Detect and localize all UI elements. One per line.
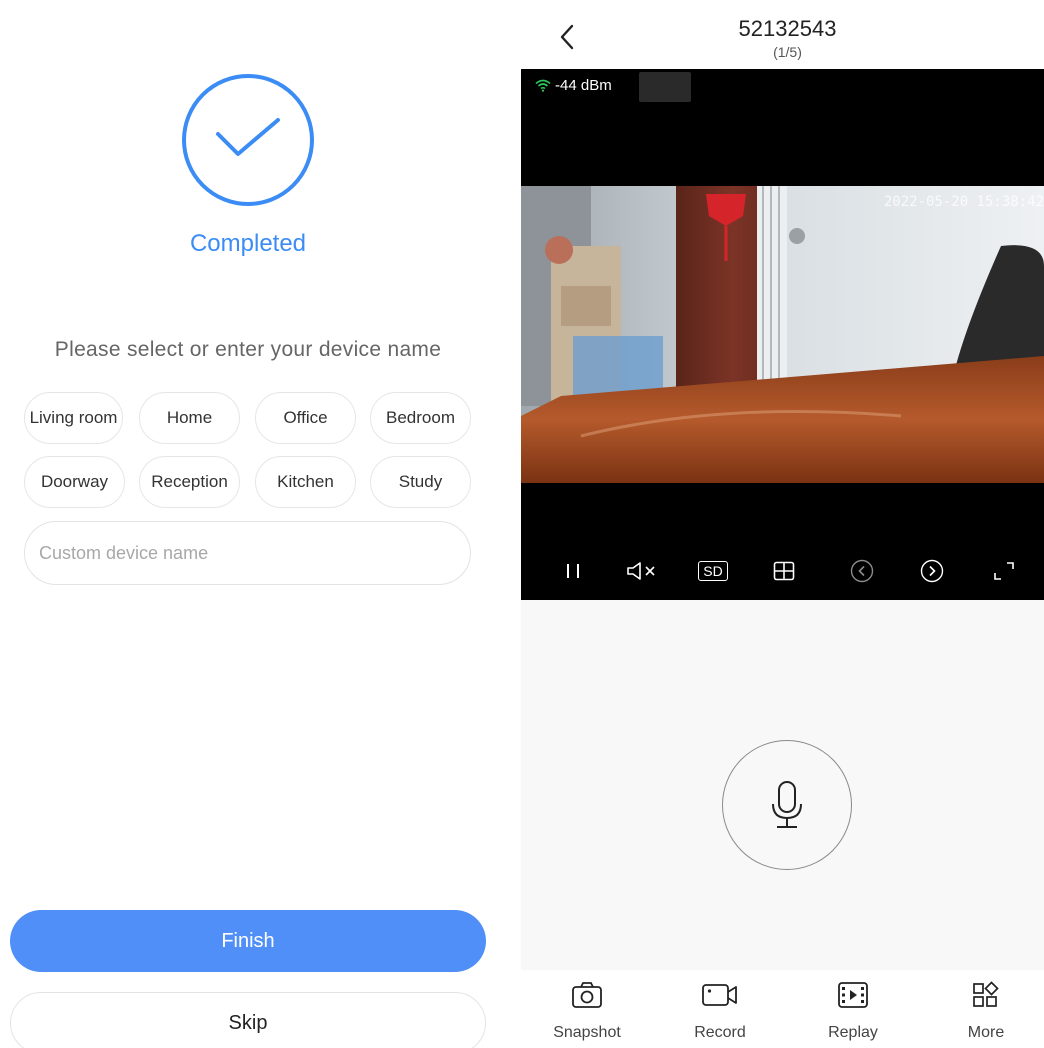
mute-icon[interactable] [625,553,661,589]
video-camera-icon [670,978,770,1012]
name-chip-living-room[interactable]: Living room [24,392,123,444]
fullscreen-icon[interactable] [986,553,1022,589]
skip-button[interactable]: Skip [10,992,486,1048]
custom-device-name-input[interactable] [24,521,471,585]
device-setup-panel: Completed Please select or enter your de… [0,0,521,1048]
success-check-icon [182,74,314,206]
live-view-panel: 52132543 (1/5) -44 dBm 2022-05-20 15:38:… [521,0,1044,1048]
video-timestamp: 2022-05-20 15:38:42 [883,194,1044,210]
wifi-icon [535,79,551,92]
status-indicator-box [639,72,691,102]
sd-quality-label: SD [698,561,728,581]
name-chip-kitchen[interactable]: Kitchen [255,456,356,508]
split-view-icon[interactable] [766,553,802,589]
name-chip-doorway[interactable]: Doorway [24,456,125,508]
tab-more-label: More [967,1024,1005,1041]
device-name-prompt: Please select or enter your device name [54,338,442,361]
sd-quality-button[interactable]: SD [695,553,731,589]
more-grid-icon [936,978,1036,1012]
next-camera-icon[interactable] [914,553,950,589]
tab-record[interactable]: Record [670,978,770,1042]
bottom-action-bar: Snapshot Record Replay More [521,970,1044,1048]
previous-camera-icon[interactable] [844,553,880,589]
player-controls: SD [521,553,1044,589]
replay-film-icon [803,978,903,1012]
tab-more[interactable]: More [936,978,1036,1042]
signal-strength: -44 dBm [535,77,612,94]
completed-status: Completed [189,230,307,257]
name-chip-home[interactable]: Home [139,392,240,444]
live-header: 52132543 (1/5) [521,0,1044,69]
pause-icon[interactable] [555,553,591,589]
name-chip-office[interactable]: Office [255,392,356,444]
name-chip-bedroom[interactable]: Bedroom [370,392,471,444]
name-chip-study[interactable]: Study [370,456,471,508]
camera-icon [537,978,637,1012]
camera-feed-image: 2022-05-20 15:38:42 [521,186,1044,483]
tab-replay[interactable]: Replay [803,978,903,1042]
video-player[interactable]: -44 dBm 2022-05-20 15:38:42 SD [521,69,1044,600]
name-chip-reception[interactable]: Reception [139,456,240,508]
device-id-title: 52132543 [738,16,837,41]
finish-button[interactable]: Finish [10,910,486,972]
tab-snapshot-label: Snapshot [553,1024,621,1041]
tab-replay-label: Replay [828,1024,878,1041]
signal-text: -44 dBm [555,77,612,94]
camera-page-indicator: (1/5) [773,44,802,60]
microphone-icon [772,781,802,828]
tab-record-label: Record [694,1024,746,1041]
talk-button[interactable] [722,740,852,870]
tab-snapshot[interactable]: Snapshot [537,978,637,1042]
